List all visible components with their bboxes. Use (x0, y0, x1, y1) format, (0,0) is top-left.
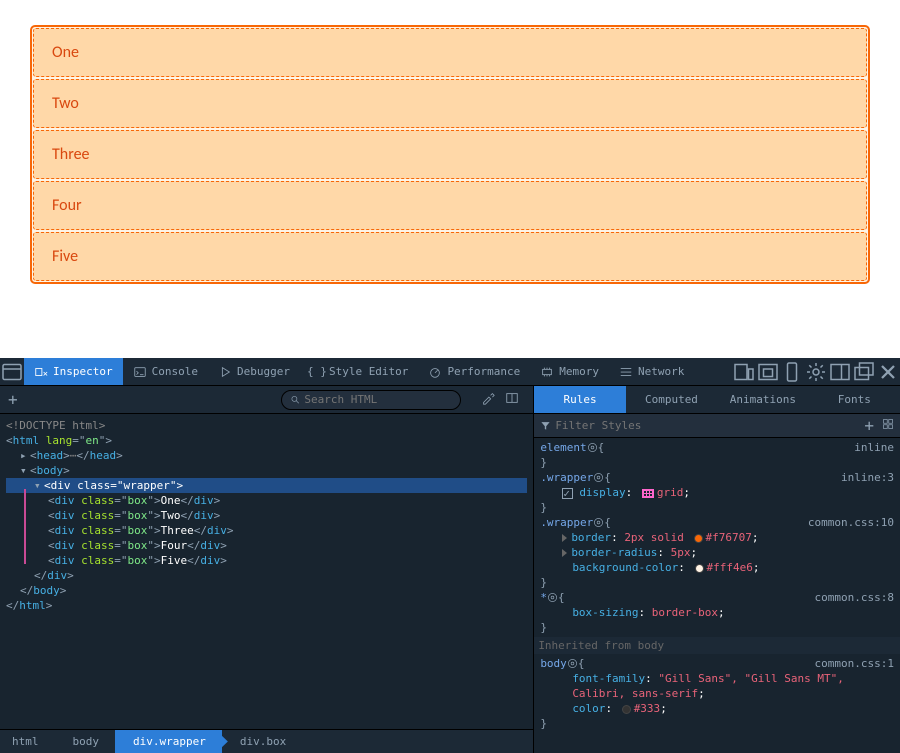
tab-label: Memory (559, 365, 599, 378)
rules-tabbar: Rules Computed Animations Fonts (534, 386, 900, 414)
popout-icon[interactable] (852, 358, 876, 385)
devtools-tabbar: Inspector Console Debugger { } Style Edi… (0, 358, 900, 386)
gear-icon[interactable] (593, 472, 604, 483)
responsive-icon[interactable] (732, 358, 756, 385)
expand-icon[interactable] (562, 534, 567, 542)
rule-selector[interactable]: * (540, 590, 547, 605)
dom-doctype: <!DOCTYPE html> (6, 419, 105, 432)
gear-icon[interactable] (567, 658, 578, 669)
grid-wrapper: One Two Three Four Five (30, 25, 870, 284)
search-html-input[interactable] (281, 390, 461, 410)
grid-box: One (33, 28, 867, 77)
gear-icon[interactable] (547, 592, 558, 603)
grid-box: Three (33, 130, 867, 179)
debugger-icon (218, 365, 232, 379)
inherited-separator: Inherited from body (534, 637, 900, 654)
close-icon[interactable] (876, 358, 900, 385)
console-icon (133, 365, 147, 379)
rule-source[interactable]: inline (854, 440, 894, 455)
rendered-page: One Two Three Four Five (0, 0, 900, 324)
search-icon (290, 394, 300, 405)
filter-styles-input[interactable] (555, 419, 858, 432)
rule-selector[interactable]: body (540, 656, 567, 671)
crumb-box[interactable]: div.box (222, 730, 302, 753)
dom-selected-node[interactable]: ▾<div class="wrapper"> (6, 478, 527, 493)
eyedropper-icon[interactable] (481, 391, 495, 408)
filter-icon (540, 420, 551, 431)
dock-icon[interactable] (0, 358, 24, 385)
inspector-icon (34, 365, 48, 379)
rule-selector[interactable]: .wrapper (540, 515, 593, 530)
grid-swatch-icon[interactable] (642, 489, 654, 498)
add-rule-button[interactable]: + (864, 416, 874, 435)
gear-icon[interactable] (587, 442, 598, 453)
toggle-split-icon[interactable] (505, 391, 519, 408)
tab-style-editor[interactable]: { } Style Editor (300, 358, 418, 385)
tab-animations[interactable]: Animations (717, 386, 808, 413)
css-rules-pane[interactable]: element {inline } .wrapper {inline:3 dis… (534, 438, 900, 753)
crumb-body[interactable]: body (55, 730, 116, 753)
tab-console[interactable]: Console (123, 358, 208, 385)
memory-icon (540, 365, 554, 379)
network-icon (619, 365, 633, 379)
dock-side-icon[interactable] (828, 358, 852, 385)
tab-debugger[interactable]: Debugger (208, 358, 300, 385)
tab-label: Style Editor (329, 365, 408, 378)
breadcrumb: html body div.wrapper div.box (0, 729, 533, 753)
color-swatch[interactable] (694, 534, 703, 543)
tab-computed[interactable]: Computed (626, 386, 717, 413)
tab-label: Performance (447, 365, 520, 378)
filter-styles-bar: + (534, 414, 900, 438)
add-element-button[interactable]: + (8, 390, 18, 409)
tab-label: Network (638, 365, 684, 378)
tab-memory[interactable]: Memory (530, 358, 609, 385)
tab-label: Debugger (237, 365, 290, 378)
rule-selector[interactable]: element (540, 440, 586, 455)
grid-box: Two (33, 79, 867, 128)
color-swatch[interactable] (622, 705, 631, 714)
crumb-html[interactable]: html (0, 730, 55, 753)
rule-source[interactable]: common.css:10 (808, 515, 894, 530)
rule-selector[interactable]: .wrapper (540, 470, 593, 485)
tab-fonts[interactable]: Fonts (809, 386, 900, 413)
gear-icon[interactable] (593, 517, 604, 528)
iframe-icon[interactable] (756, 358, 780, 385)
toggle-pseudo-icon[interactable] (882, 418, 894, 433)
rule-source[interactable]: common.css:1 (815, 656, 894, 671)
settings-icon[interactable] (804, 358, 828, 385)
performance-icon (428, 365, 442, 379)
rule-source[interactable]: inline:3 (841, 470, 894, 485)
devtools-panel: Inspector Console Debugger { } Style Edi… (0, 358, 900, 753)
prop-checkbox[interactable] (562, 488, 573, 499)
tab-network[interactable]: Network (609, 358, 694, 385)
color-swatch[interactable] (695, 564, 704, 573)
rule-source[interactable]: common.css:8 (815, 590, 894, 605)
tab-rules[interactable]: Rules (534, 386, 625, 413)
dom-toolbar: + (0, 386, 533, 414)
crumb-wrapper[interactable]: div.wrapper (115, 730, 222, 753)
dom-tree[interactable]: <!DOCTYPE html> <html lang="en"> ▸<head>… (0, 414, 533, 729)
grid-box: Four (33, 181, 867, 230)
tab-label: Inspector (53, 365, 113, 378)
tab-inspector[interactable]: Inspector (24, 358, 123, 385)
tab-performance[interactable]: Performance (418, 358, 530, 385)
grid-box: Five (33, 232, 867, 281)
phone-icon[interactable] (780, 358, 804, 385)
tab-label: Console (152, 365, 198, 378)
style-editor-icon: { } (310, 365, 324, 379)
expand-icon[interactable] (562, 549, 567, 557)
